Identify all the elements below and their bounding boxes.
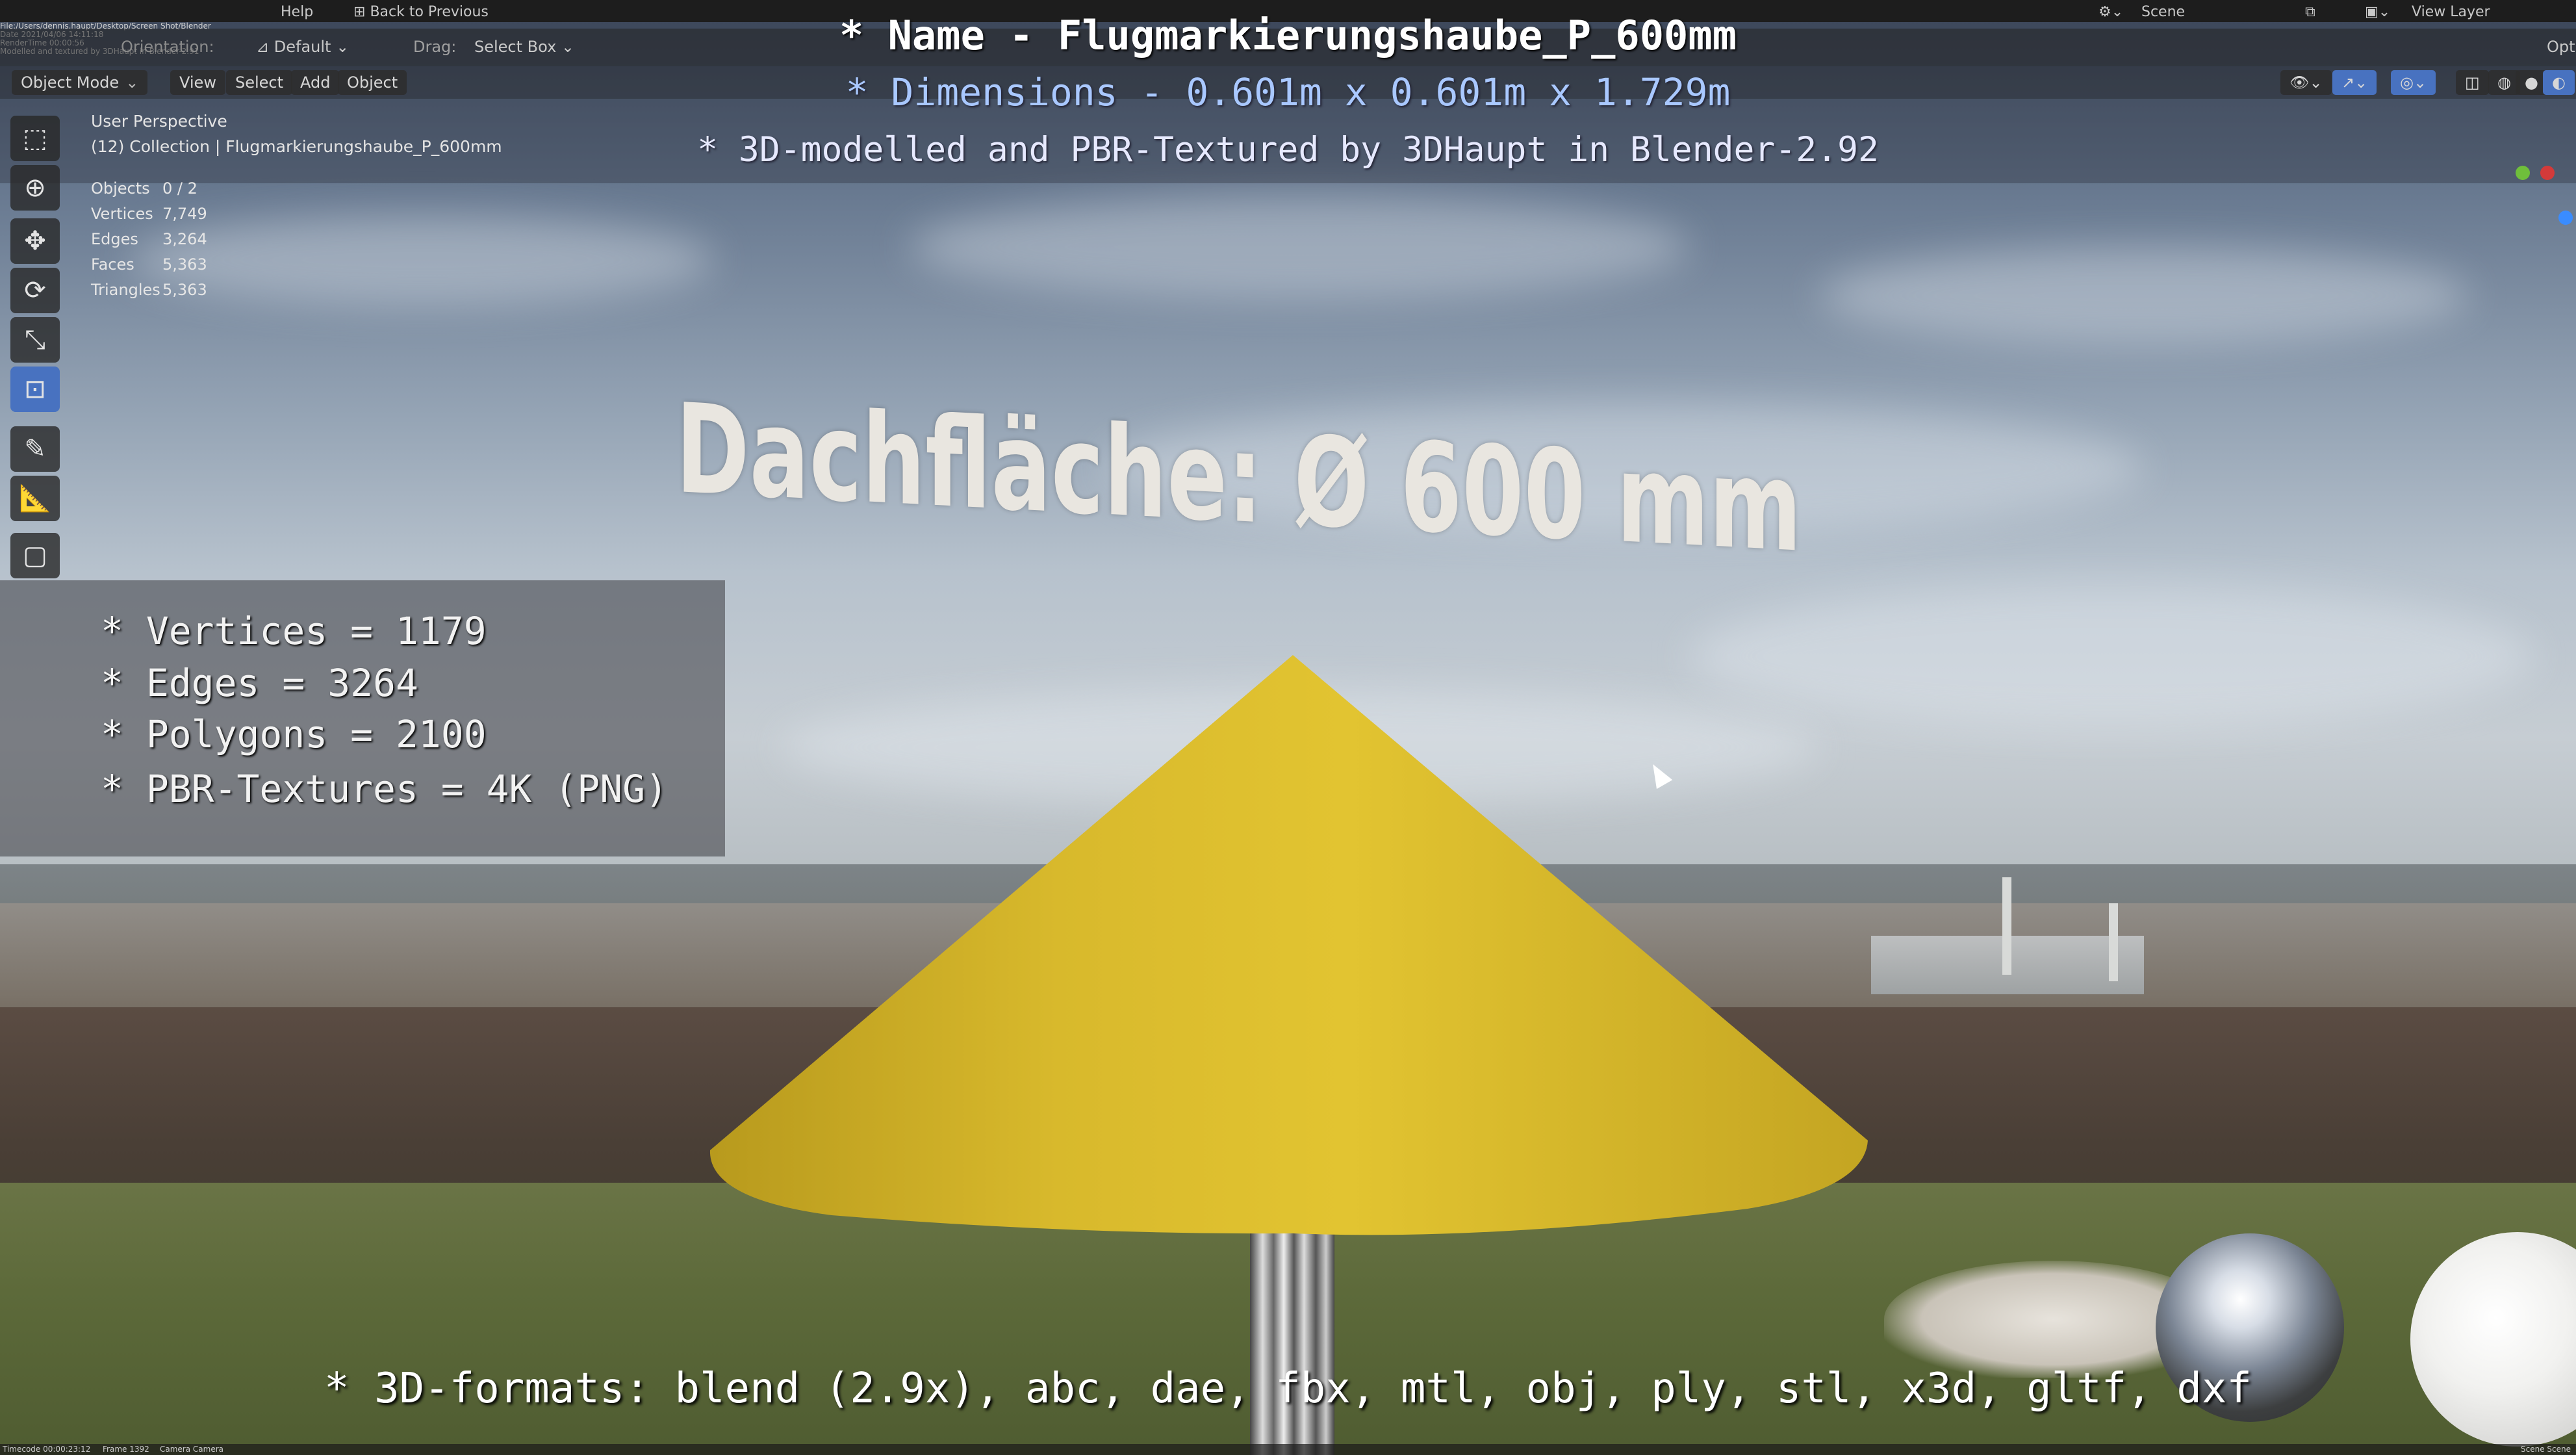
z-axis-gizmo[interactable] (2558, 211, 2573, 225)
stat-label: Triangles (91, 281, 160, 299)
specs-panel: * Vertices = 1179 * Edges = 3264 * Polyg… (0, 580, 725, 856)
move-icon[interactable]: ✥ (10, 218, 60, 264)
stat-vertices: Vertices 7,749 (91, 205, 207, 223)
stat-objects: Objects 0 / 2 (91, 179, 198, 198)
status-bar: Timecode 00:00:23:12 Frame 1392 Camera C… (0, 1444, 2576, 1455)
model-name-title: * Name - Flugmarkierungshaube_P_600mm (839, 12, 1737, 59)
annotate-icon[interactable]: ✎ (10, 426, 60, 472)
stat-label: Vertices (91, 205, 153, 223)
cloud (1819, 247, 2469, 344)
stat-edges: Edges 3,264 (91, 230, 207, 248)
scene-name: Scene Scene (2521, 1445, 2571, 1454)
stat-value: 5,363 (162, 281, 207, 299)
stat-label: Edges (91, 230, 138, 248)
cursor-icon[interactable]: ⊕ (10, 165, 60, 211)
stat-value: 0 / 2 (162, 179, 198, 198)
cloud (910, 195, 1689, 299)
frame-number: Frame 1392 (103, 1445, 149, 1454)
stat-triangles: Triangles 5,363 (91, 281, 207, 299)
formats-caption: * 3D-formats: blend (2.9x), abc, dae, fb… (324, 1365, 2252, 1413)
stat-label: Objects (91, 179, 150, 198)
stat-value: 3,264 (162, 230, 207, 248)
add-cube-icon[interactable]: ▢ (10, 533, 60, 578)
credit-title: * 3D-modelled and PBR-Textured by 3DHaup… (697, 130, 1879, 170)
stat-value: 5,363 (162, 255, 207, 274)
spec-vertices: * Vertices = 1179 (101, 609, 487, 653)
stat-faces: Faces 5,363 (91, 255, 207, 274)
cone-surface (709, 655, 1868, 1235)
transform-icon[interactable]: ⊡ (10, 367, 60, 412)
measure-icon[interactable]: 📐 (10, 476, 60, 521)
scale-icon[interactable]: ⤡ (10, 317, 60, 363)
rotate-icon[interactable]: ⟳ (10, 268, 60, 313)
chimney (2109, 903, 2118, 981)
spec-polygons: * Polygons = 2100 (101, 712, 487, 756)
cloud (130, 214, 715, 305)
timecode: Timecode 00:00:23:12 (3, 1445, 91, 1454)
perspective-label: User Perspective (91, 112, 227, 131)
spec-textures: * PBR-Textures = 4K (PNG) (101, 767, 668, 811)
spec-edges: * Edges = 3264 (101, 661, 418, 705)
cone-model[interactable] (708, 650, 1878, 1455)
dimensions-title: * Dimensions - 0.601m x 0.601m x 1.729m (845, 70, 1731, 114)
chimney (2002, 877, 2011, 975)
camera-name: Camera Camera (160, 1445, 223, 1454)
stat-value: 7,749 (162, 205, 207, 223)
stat-label: Faces (91, 255, 134, 274)
